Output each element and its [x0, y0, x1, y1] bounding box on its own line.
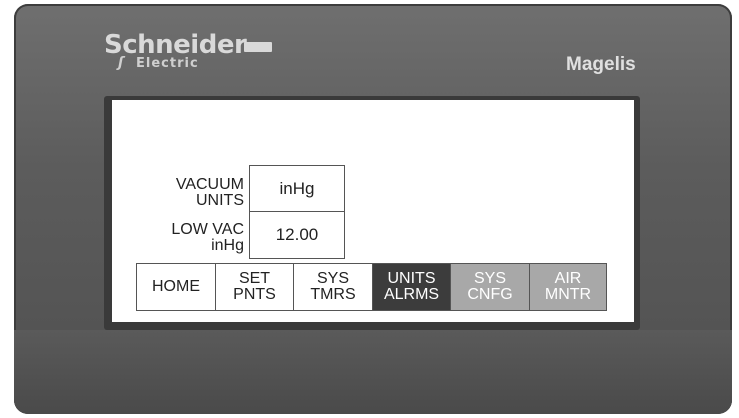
brand-logo-glyph: ʃ — [118, 55, 124, 71]
nav-set-points-line2: PNTS — [233, 286, 276, 303]
nav-sys-config-line2: CNFG — [467, 286, 513, 303]
nav-sys-config-button[interactable]: SYS CNFG — [450, 263, 530, 311]
nav-home-button[interactable]: HOME — [136, 263, 216, 311]
nav-sys-timers-line1: SYS — [316, 270, 349, 287]
low-vac-label: LOW VAC inHg — [136, 222, 244, 254]
brand-logo-subtext: Electric — [136, 56, 199, 71]
vacuum-units-label-line2: UNITS — [196, 192, 244, 209]
nav-units-alarms-line1: UNITS — [387, 270, 436, 287]
nav-units-alarms-line2: ALRMS — [383, 286, 440, 303]
nav-units-alarms-button[interactable]: UNITS ALRMS — [372, 263, 451, 311]
nav-sys-timers-line2: TMRS — [310, 286, 356, 303]
nav-sys-timers-button[interactable]: SYS TMRS — [293, 263, 373, 311]
nav-set-points-button[interactable]: SET PNTS — [215, 263, 294, 311]
vacuum-units-label: VACUUM UNITS — [136, 177, 244, 209]
nav-sys-config-line1: SYS — [473, 270, 506, 287]
low-vac-label-line1: LOW VAC — [171, 221, 244, 238]
vacuum-units-label-line1: VACUUM — [175, 176, 244, 193]
device-bezel-lower — [14, 330, 732, 414]
nav-air-monitor-line1: AIR — [554, 270, 582, 287]
low-vac-label-line2: inHg — [211, 237, 244, 254]
brand-logo-bar — [244, 42, 272, 52]
nav-home-label: HOME — [152, 278, 200, 295]
nav-bar: HOME SET PNTS SYS TMRS UNITS ALRMS SYS C… — [136, 263, 607, 311]
nav-air-monitor-line2: MNTR — [544, 286, 592, 303]
model-name: Magelis — [566, 54, 636, 75]
vacuum-units-value[interactable]: inHg — [249, 165, 345, 213]
nav-set-points-line1: SET — [238, 270, 271, 287]
nav-air-monitor-button[interactable]: AIR MNTR — [529, 263, 607, 311]
low-vac-value[interactable]: 12.00 — [249, 211, 345, 259]
